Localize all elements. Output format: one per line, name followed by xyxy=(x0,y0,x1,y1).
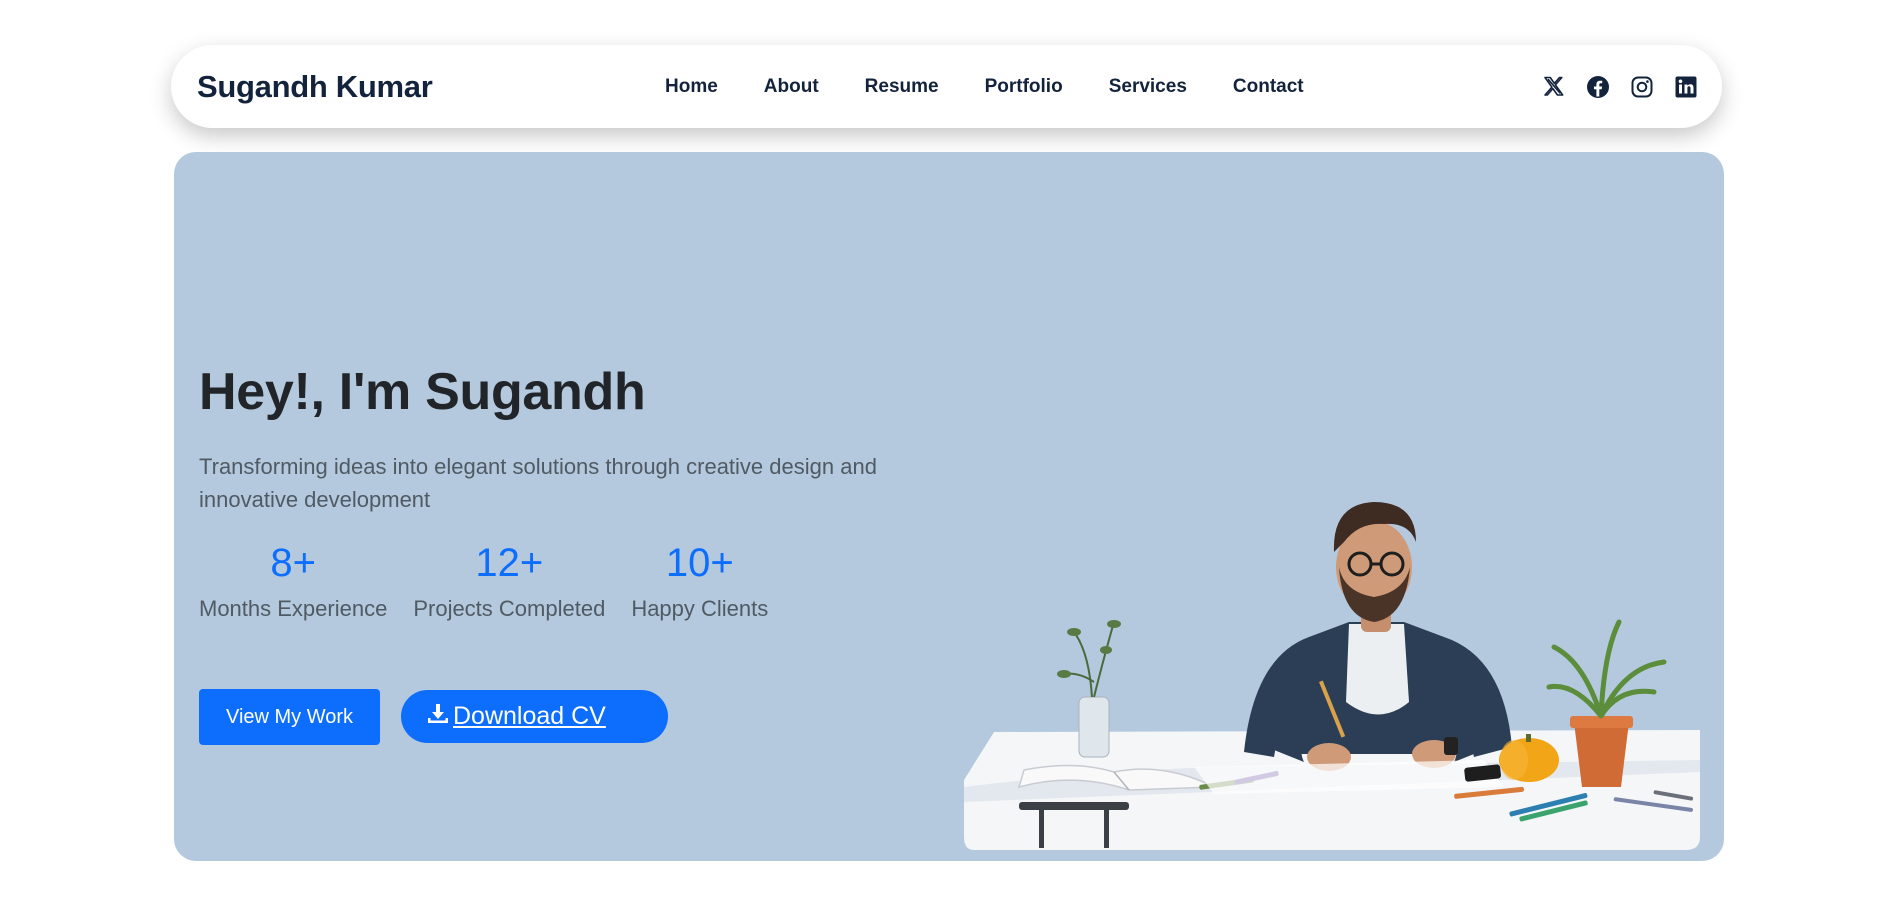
download-cv-button[interactable]: Download CV xyxy=(401,690,668,743)
x-icon[interactable] xyxy=(1542,75,1566,99)
nav-link-resume[interactable]: Resume xyxy=(865,76,939,98)
download-cv-label: Download CV xyxy=(453,702,606,730)
nav-links: Home About Resume Portfolio Services Con… xyxy=(665,45,1350,128)
hero-title: Hey!, I'm Sugandh xyxy=(199,363,646,421)
brand-logo[interactable]: Sugandh Kumar xyxy=(197,45,433,128)
hero-section: Hey!, I'm Sugandh Transforming ideas int… xyxy=(174,152,1724,861)
stat-label: Projects Completed xyxy=(413,596,606,621)
nav-link-services[interactable]: Services xyxy=(1109,76,1187,98)
view-my-work-button[interactable]: View My Work xyxy=(199,689,380,745)
stat-clients: 10+ Happy Clients xyxy=(631,540,768,622)
nav-link-home[interactable]: Home xyxy=(665,76,718,98)
stat-value: 8+ xyxy=(270,541,316,585)
hero-illustration xyxy=(964,442,1700,850)
facebook-icon[interactable] xyxy=(1586,75,1610,99)
social-links xyxy=(1542,45,1698,128)
navbar: Sugandh Kumar Home About Resume Portfoli… xyxy=(171,45,1722,128)
stat-label: Months Experience xyxy=(199,596,388,621)
stat-projects: 12+ Projects Completed xyxy=(413,540,605,622)
linkedin-icon[interactable] xyxy=(1674,75,1698,99)
nav-link-contact[interactable]: Contact xyxy=(1233,76,1304,98)
instagram-icon[interactable] xyxy=(1630,75,1654,99)
hero-subtitle: Transforming ideas into elegant solution… xyxy=(199,454,877,512)
download-icon xyxy=(426,702,450,731)
stat-value: 12+ xyxy=(475,541,544,585)
stat-value: 10+ xyxy=(665,541,734,585)
nav-link-about[interactable]: About xyxy=(764,76,819,98)
stat-label: Happy Clients xyxy=(631,596,769,621)
stat-experience: 8+ Months Experience xyxy=(199,540,387,622)
nav-link-portfolio[interactable]: Portfolio xyxy=(985,76,1063,98)
stats-row: 8+ Months Experience 12+ Projects Comple… xyxy=(199,540,794,622)
